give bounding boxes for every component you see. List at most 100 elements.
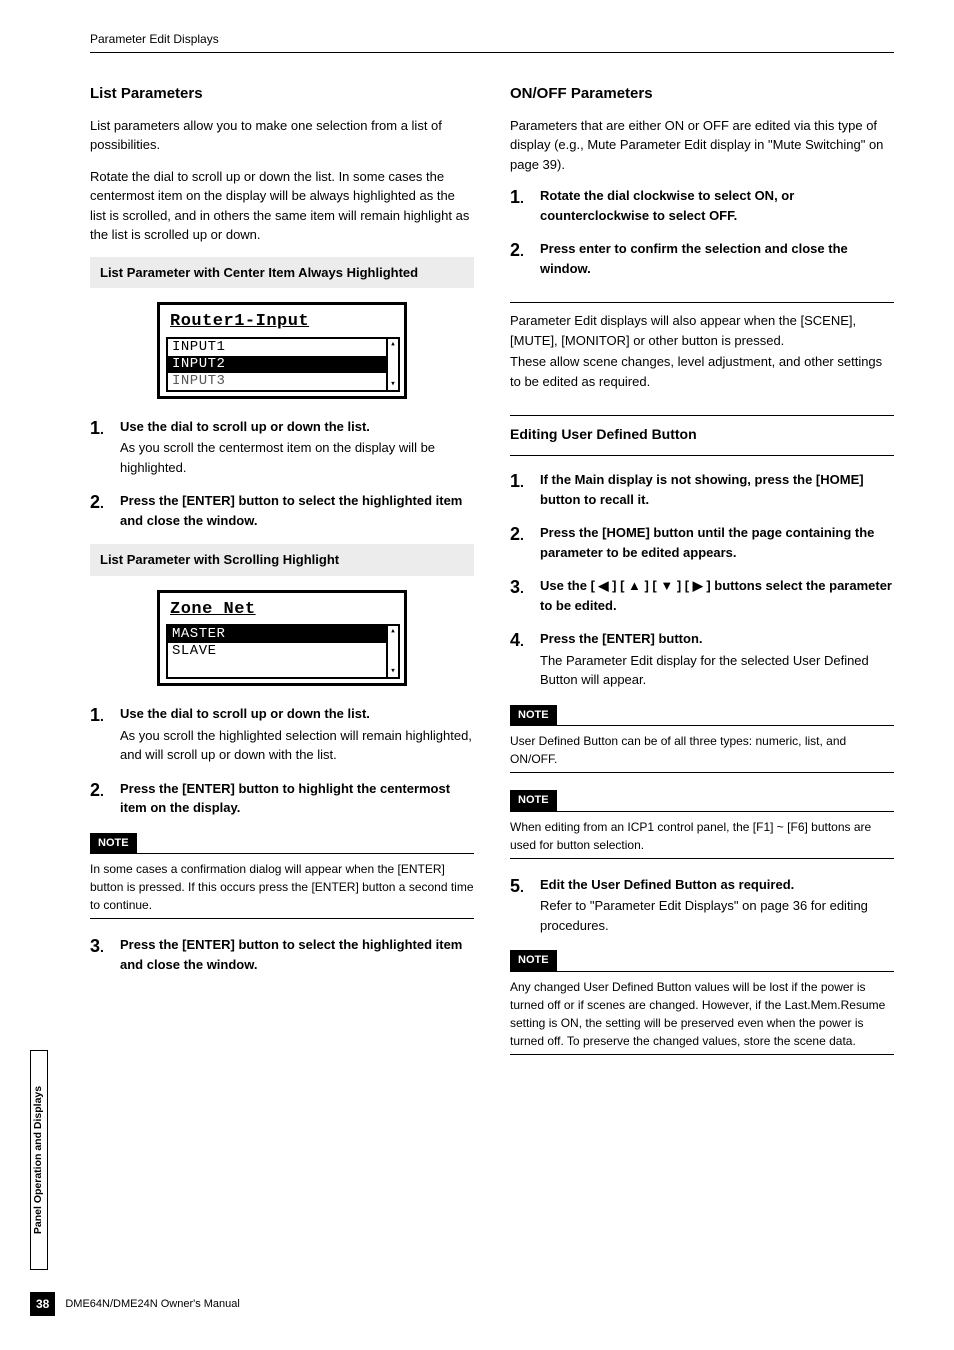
step-lead: Press the [ENTER] button to highlight th…	[120, 781, 450, 816]
lcd-title: Zone Net	[160, 593, 404, 623]
head-rule	[90, 52, 894, 53]
note-rule-end	[510, 772, 894, 773]
heading-onoff-parameters: ON/OFF Parameters	[510, 83, 894, 106]
step-number: 3	[90, 933, 104, 960]
step-item: 1 Use the dial to scroll up or down the …	[90, 417, 474, 478]
note-body: Any changed User Defined Button values w…	[510, 978, 894, 1050]
step-sub: The Parameter Edit display for the selec…	[540, 651, 894, 690]
side-tab-label: Panel Operation and Displays	[31, 1086, 47, 1234]
steps-udb: 1 If the Main display is not showing, pr…	[510, 470, 894, 690]
note-tag: NOTE	[510, 790, 557, 811]
step-item: 2 Press the [ENTER] button to highlight …	[90, 779, 474, 818]
step-item: 2 Press enter to confirm the selection a…	[510, 239, 894, 278]
page: Parameter Edit Displays List Parameters …	[0, 0, 954, 1350]
lcd-figure-zone: Zone Net MASTER SLAVE ▴ ▾	[90, 590, 474, 687]
lcd-list: MASTER SLAVE	[166, 624, 388, 679]
step-number: 2	[510, 237, 524, 264]
lcd-row-selected: INPUT2	[168, 356, 386, 373]
onoff-intro: Parameters that are either ON or OFF are…	[510, 116, 894, 175]
lcd-scrollbar: ▴ ▾	[388, 337, 400, 392]
step-lead: Use the dial to scroll up or down the li…	[120, 706, 370, 721]
note-tag: NOTE	[510, 705, 557, 726]
lcd-row: SLAVE	[168, 643, 386, 660]
lcd-title: Router1-Input	[160, 305, 404, 335]
step-number: 5	[510, 873, 524, 900]
steps-scrolling-highlight: 1 Use the dial to scroll up or down the …	[90, 704, 474, 818]
onoff-mid-1: Parameter Edit displays will also appear…	[510, 311, 894, 350]
scroll-down-icon: ▾	[388, 379, 398, 390]
steps-onoff: 1 Rotate the dial clockwise to select ON…	[510, 186, 894, 278]
running-head: Parameter Edit Displays	[90, 30, 894, 48]
note-rule-end	[510, 1054, 894, 1055]
scroll-down-icon: ▾	[388, 666, 398, 677]
step-lead: Press the [ENTER] button.	[540, 631, 703, 646]
step-item: 1 If the Main display is not showing, pr…	[510, 470, 894, 509]
lcd-scrollbar: ▴ ▾	[388, 624, 400, 679]
left-column: List Parameters List parameters allow yo…	[90, 83, 474, 1071]
note-rule-end	[90, 918, 474, 919]
step-item: 2 Press the [ENTER] button to select the…	[90, 491, 474, 530]
scroll-up-icon: ▴	[388, 626, 398, 637]
step-sub: Refer to "Parameter Edit Displays" on pa…	[540, 896, 894, 935]
lcd-row: INPUT1	[168, 339, 386, 356]
lcd-figure-router: Router1-Input INPUT1 INPUT2 INPUT3 ▴ ▾	[90, 302, 474, 399]
footer-text: DME64N/DME24N Owner's Manual	[65, 1296, 240, 1313]
subheading-center-highlight: List Parameter with Center Item Always H…	[90, 257, 474, 289]
step-sub: As you scroll the highlighted selection …	[120, 726, 474, 765]
step-number: 1	[90, 415, 104, 442]
step-item: 2 Press the [HOME] button until the page…	[510, 523, 894, 562]
lcd-screen: Router1-Input INPUT1 INPUT2 INPUT3 ▴ ▾	[157, 302, 407, 399]
step-number: 3	[510, 574, 524, 601]
step-lead: Press the [HOME] button until the page c…	[540, 525, 874, 560]
steps-scrolling-highlight-2: 3 Press the [ENTER] button to select the…	[90, 935, 474, 974]
page-number: 38	[30, 1292, 55, 1316]
step-number: 2	[510, 521, 524, 548]
heading-list-parameters: List Parameters	[90, 83, 474, 106]
step-sub: As you scroll the centermost item on the…	[120, 438, 474, 477]
step-lead: Rotate the dial clockwise to select ON, …	[540, 188, 794, 223]
note-body: In some cases a confirmation dialog will…	[90, 860, 474, 914]
list-params-intro-2: Rotate the dial to scroll up or down the…	[90, 167, 474, 245]
step-lead: If the Main display is not showing, pres…	[540, 472, 864, 507]
step-lead: Use the dial to scroll up or down the li…	[120, 419, 370, 434]
section-rule	[510, 415, 894, 416]
side-tab: Panel Operation and Displays	[30, 1050, 48, 1270]
step-lead: Press enter to confirm the selection and…	[540, 241, 848, 276]
footer: 38 DME64N/DME24N Owner's Manual	[30, 1292, 240, 1316]
step-number: 1	[510, 184, 524, 211]
subheading-scrolling-highlight: List Parameter with Scrolling Highlight	[90, 544, 474, 576]
section-rule	[510, 302, 894, 303]
note-rule	[510, 725, 894, 726]
heading-editing-udb: Editing User Defined Button	[510, 424, 894, 445]
scroll-up-icon: ▴	[388, 339, 398, 350]
lcd-row-empty	[168, 660, 386, 677]
lcd-row-selected: MASTER	[168, 626, 386, 643]
note-tag: NOTE	[510, 950, 557, 971]
onoff-mid-2: These allow scene changes, level adjustm…	[510, 352, 894, 391]
step-lead: Edit the User Defined Button as required…	[540, 877, 794, 892]
note-body: When editing from an ICP1 control panel,…	[510, 818, 894, 854]
step-number: 2	[90, 777, 104, 804]
note-rule-end	[510, 858, 894, 859]
step-number: 4	[510, 627, 524, 654]
step-item: 4 Press the [ENTER] button. The Paramete…	[510, 629, 894, 690]
step-number: 1	[510, 468, 524, 495]
list-params-intro-1: List parameters allow you to make one se…	[90, 116, 474, 155]
step-item: 3 Press the [ENTER] button to select the…	[90, 935, 474, 974]
step-item: 3 Use the [ ◀ ] [ ▲ ] [ ▼ ] [ ▶ ] button…	[510, 576, 894, 615]
note-body: User Defined Button can be of all three …	[510, 732, 894, 768]
lcd-screen: Zone Net MASTER SLAVE ▴ ▾	[157, 590, 407, 687]
note-rule	[90, 853, 474, 854]
step-lead: Press the [ENTER] button to select the h…	[120, 937, 462, 972]
step-number: 1	[90, 702, 104, 729]
lcd-row: INPUT3	[168, 373, 386, 390]
steps-udb-2: 5 Edit the User Defined Button as requir…	[510, 875, 894, 936]
right-column: ON/OFF Parameters Parameters that are ei…	[510, 83, 894, 1071]
note-rule	[510, 811, 894, 812]
step-number: 2	[90, 489, 104, 516]
section-rule	[510, 455, 894, 456]
content-columns: List Parameters List parameters allow yo…	[90, 83, 894, 1071]
steps-center-highlight: 1 Use the dial to scroll up or down the …	[90, 417, 474, 531]
note-tag: NOTE	[90, 833, 137, 854]
step-item: 1 Rotate the dial clockwise to select ON…	[510, 186, 894, 225]
